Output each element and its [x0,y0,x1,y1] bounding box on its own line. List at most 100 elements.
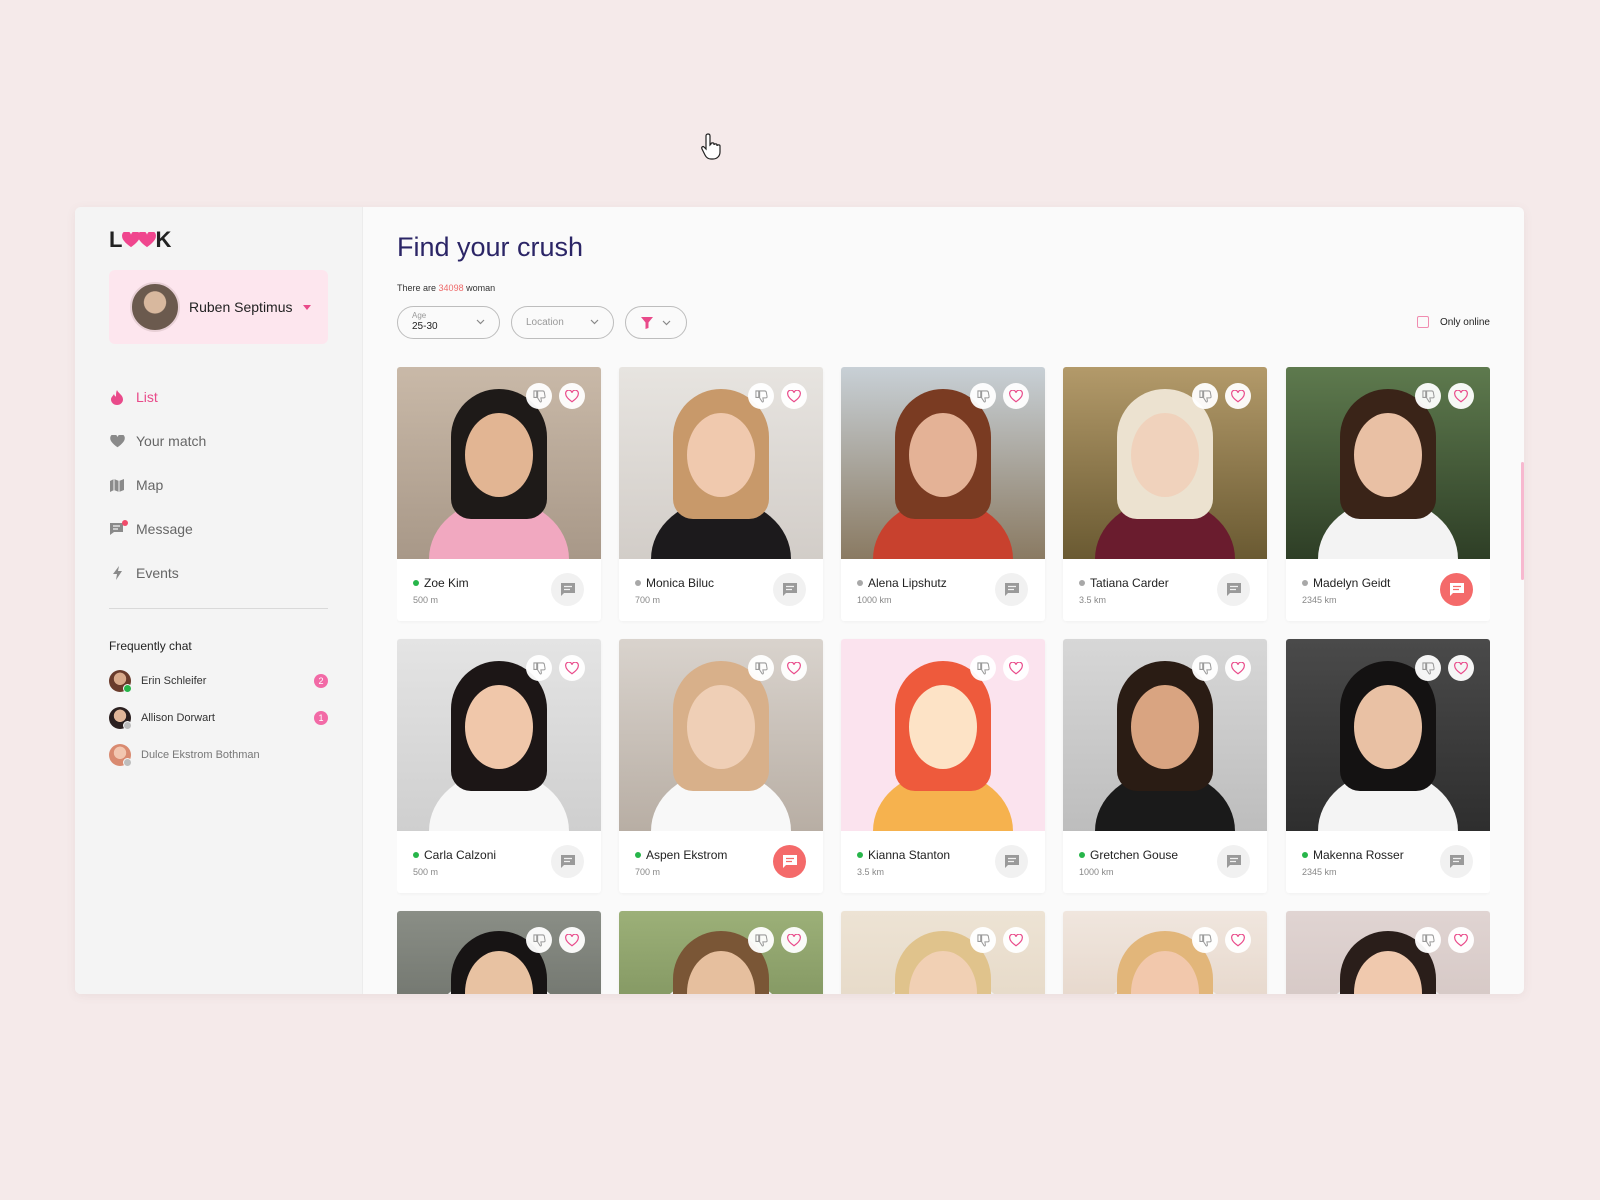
nav-item-map[interactable]: Map [109,463,339,507]
dislike-button[interactable] [1192,655,1218,681]
only-online-toggle[interactable]: Only online [1416,316,1490,328]
chat-button[interactable] [551,573,584,606]
thumbs-down-icon [1198,389,1212,402]
summary-prefix: There are [397,283,437,293]
nav-item-message[interactable]: Message [109,507,339,551]
profile-card[interactable] [1286,911,1490,994]
profile-name-text: Aspen Ekstrom [646,848,728,862]
user-profile-dropdown[interactable]: Ruben Septimus [109,270,328,344]
like-button[interactable] [1003,655,1029,681]
profile-card[interactable] [841,911,1045,994]
like-button[interactable] [781,655,807,681]
dislike-button[interactable] [748,383,774,409]
chat-bubble-icon [1449,583,1464,596]
photo-figure-face [1131,413,1199,497]
chat-button[interactable] [773,573,806,606]
heart-outline-icon [1454,933,1468,946]
profile-name: Aspen Ekstrom [635,848,727,862]
photo-figure-face [465,413,533,497]
thumbs-down-icon [754,661,768,674]
fire-icon [109,389,125,405]
profile-card[interactable]: Makenna Rosser 2345 km [1286,639,1490,893]
nav-item-list[interactable]: List [109,375,339,419]
chat-bubble-icon [782,855,797,868]
dislike-button[interactable] [970,927,996,953]
map-icon [109,477,125,493]
filter-bar: Age 25-30 Location [397,306,687,339]
chat-button[interactable] [551,845,584,878]
age-value: 25-30 [412,321,438,332]
profile-name: Carla Calzoni [413,848,496,862]
like-button[interactable] [1003,927,1029,953]
chat-button[interactable] [1217,573,1250,606]
profile-card[interactable]: Madelyn Geidt 2345 km [1286,367,1490,621]
dislike-button[interactable] [526,383,552,409]
profile-card[interactable]: Monica Biluc 700 m [619,367,823,621]
nav-item-events[interactable]: Events [109,551,339,595]
logo[interactable]: L K [109,227,172,253]
like-button[interactable] [1003,383,1029,409]
like-button[interactable] [1225,655,1251,681]
profile-distance: 500 m [413,595,439,605]
like-button[interactable] [1448,655,1474,681]
dislike-button[interactable] [1415,655,1441,681]
main-nav: List Your match Map Message Events [109,375,339,595]
chat-contact-item[interactable]: Erin Schleifer 2 [109,662,328,699]
profile-card[interactable]: Tatiana Carder 3.5 km [1063,367,1267,621]
profile-card[interactable] [1063,911,1267,994]
like-button[interactable] [559,927,585,953]
heart-icon [109,433,125,449]
chat-button[interactable] [1440,845,1473,878]
profile-card[interactable] [619,911,823,994]
like-button[interactable] [1225,927,1251,953]
profile-card[interactable]: Carla Calzoni 500 m [397,639,601,893]
profile-info: Kianna Stanton 3.5 km [841,831,1045,893]
unread-badge: 2 [314,673,328,688]
profile-card[interactable]: Kianna Stanton 3.5 km [841,639,1045,893]
dislike-button[interactable] [526,927,552,953]
chat-button[interactable] [1217,845,1250,878]
dislike-button[interactable] [1192,927,1218,953]
chat-bubble-icon [1226,855,1241,868]
chat-button[interactable] [773,845,806,878]
scrollbar[interactable] [1521,462,1524,580]
like-button[interactable] [781,927,807,953]
thumbs-down-icon [1198,933,1212,946]
filter-button[interactable] [625,306,687,339]
dislike-button[interactable] [970,655,996,681]
only-online-checkbox[interactable] [1416,316,1429,328]
dislike-button[interactable] [748,655,774,681]
like-button[interactable] [1448,927,1474,953]
dislike-button[interactable] [748,927,774,953]
location-select[interactable]: Location [511,306,614,339]
like-button[interactable] [781,383,807,409]
online-status-dot [413,852,419,858]
dislike-button[interactable] [526,655,552,681]
age-select[interactable]: Age 25-30 [397,306,500,339]
app-window: L K Ruben Septimus List Your match Map M… [75,207,1524,994]
chat-button[interactable] [995,845,1028,878]
like-button[interactable] [559,383,585,409]
profile-card[interactable] [397,911,601,994]
profile-card[interactable]: Zoe Kim 500 m [397,367,601,621]
dislike-button[interactable] [1192,383,1218,409]
like-button[interactable] [1225,383,1251,409]
profile-info: Aspen Ekstrom 700 m [619,831,823,893]
chat-contact-item[interactable]: Dulce Ekstrom Bothman [109,736,328,773]
profile-info: Makenna Rosser 2345 km [1286,831,1490,893]
like-button[interactable] [559,655,585,681]
dislike-button[interactable] [1415,927,1441,953]
chat-button[interactable] [995,573,1028,606]
like-button[interactable] [1448,383,1474,409]
chat-bubble-icon [1004,583,1019,596]
dislike-button[interactable] [970,383,996,409]
dislike-button[interactable] [1415,383,1441,409]
profile-card[interactable]: Alena Lipshutz 1000 km [841,367,1045,621]
profile-name: Gretchen Gouse [1079,848,1178,862]
nav-item-your-match[interactable]: Your match [109,419,339,463]
chat-contact-item[interactable]: Allison Dorwart 1 [109,699,328,736]
online-status-dot [1079,852,1085,858]
profile-card[interactable]: Aspen Ekstrom 700 m [619,639,823,893]
profile-card[interactable]: Gretchen Gouse 1000 km [1063,639,1267,893]
chat-button[interactable] [1440,573,1473,606]
